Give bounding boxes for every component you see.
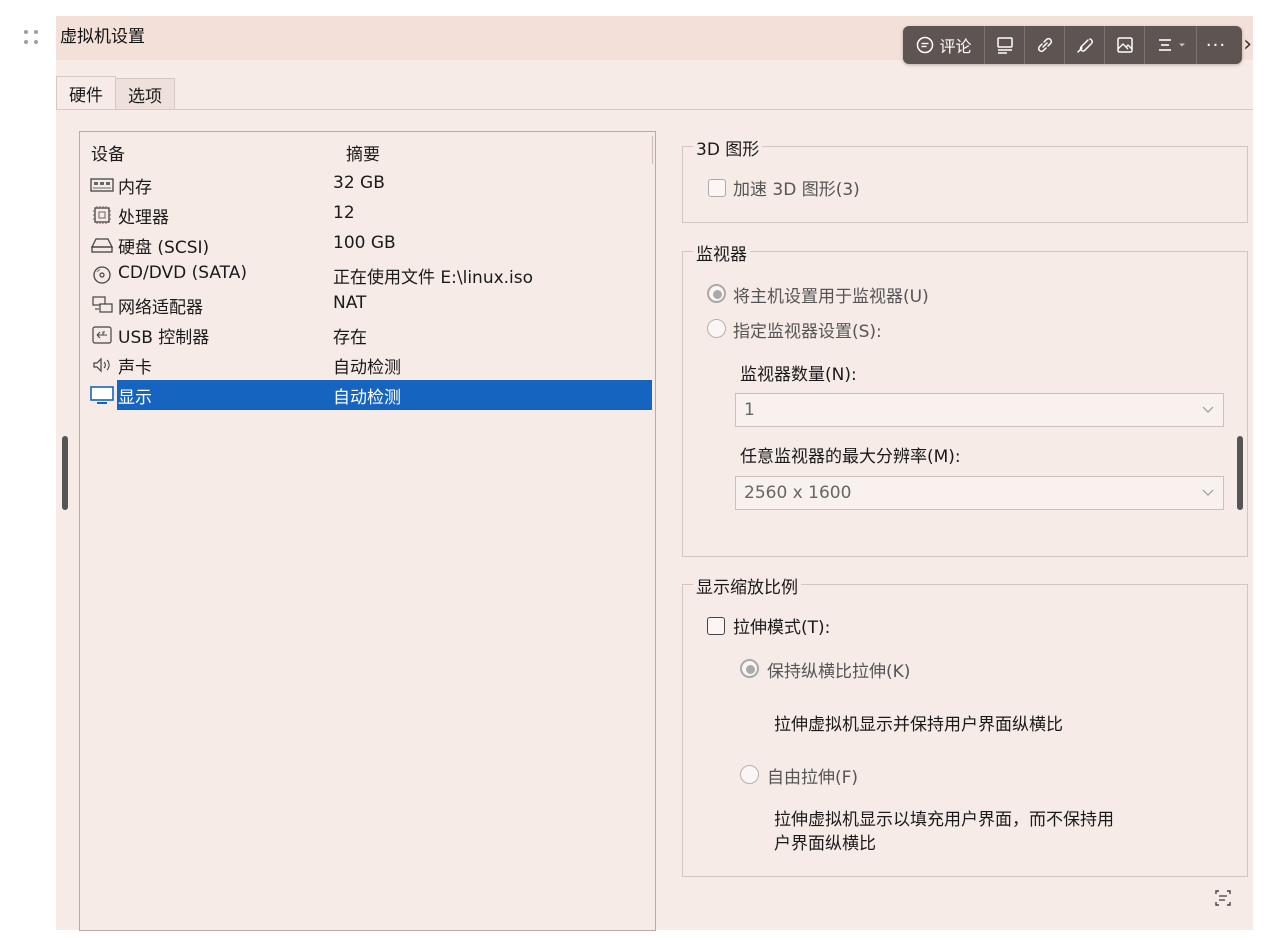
monitor-count-value: 1 [744,400,755,420]
device-name: 网络适配器 [118,298,203,318]
image-button[interactable] [1105,26,1145,64]
column-header-summary[interactable]: 摘要 [346,140,380,165]
monitor-count-select[interactable]: 1 [735,393,1224,427]
tab-hardware[interactable]: 硬件 [56,76,116,110]
floating-toolbar: 评论 ··· [903,26,1242,64]
chevron-right-icon[interactable]: › [1243,32,1252,57]
attachment-icon [1076,38,1093,53]
tab-divider [56,109,1253,110]
max-resolution-select[interactable]: 2560 x 1600 [735,476,1224,510]
device-summary: 存在 [333,328,367,348]
free-stretch-description-line2: 户界面纵横比 [774,834,876,854]
caption-icon [996,37,1013,54]
comment-button[interactable]: 评论 [903,26,985,64]
keep-aspect-ratio-description: 拉伸虚拟机显示并保持用户界面纵横比 [774,715,1063,735]
group-monitor-title: 监视器 [693,240,750,265]
accelerate-3d-label: 加速 3D 图形(3) [733,180,860,200]
device-name: 显示 [118,388,152,408]
chevron-down-icon [1179,43,1185,47]
more-button[interactable]: ··· [1197,26,1235,64]
group-3d-graphics: 3D 图形 加速 3D 图形(3) [682,135,1248,223]
left-scrollbar[interactable] [62,436,68,510]
device-row-usb[interactable]: USB 控制器 存在 [80,320,652,350]
stretch-mode-checkbox[interactable] [707,617,725,635]
specify-monitor-settings-label: 指定监视器设置(S): [733,322,882,342]
device-row-harddisk[interactable]: 硬盘 (SCSI) 100 GB [80,230,652,260]
window-title: 虚拟机设置 [60,27,145,47]
caption-button[interactable] [985,26,1025,64]
group-display-scaling-title: 显示缩放比例 [693,573,801,598]
comment-icon [917,36,934,54]
device-summary: 自动检测 [333,388,401,408]
device-row-memory[interactable]: 内存 32 GB [80,170,652,200]
use-host-settings-label: 将主机设置用于监视器(U) [733,287,929,307]
max-resolution-value: 2560 x 1600 [744,483,852,503]
group-display-scaling: 显示缩放比例 拉伸模式(T): 保持纵横比拉伸(K) 拉伸虚拟机显示并保持用户界… [682,573,1248,877]
tab-options[interactable]: 选项 [116,78,175,110]
free-stretch-label: 自由拉伸(F) [767,768,859,788]
device-summary: 12 [333,203,355,223]
drag-handle-icon[interactable] [24,30,44,46]
group-3d-graphics-title: 3D 图形 [693,135,763,160]
keep-aspect-ratio-radio[interactable] [740,659,759,678]
use-host-settings-radio[interactable] [707,284,726,303]
device-name: 声卡 [118,358,152,378]
memory-icon [90,178,114,192]
usb-icon [92,326,112,344]
display-icon [90,386,114,404]
cd-dvd-icon [93,266,111,284]
device-name: 处理器 [118,208,169,228]
free-stretch-radio[interactable] [740,765,759,784]
device-row-display[interactable]: 显示 自动检测 [80,380,652,410]
device-name: 硬盘 (SCSI) [118,238,210,258]
chevron-down-icon [1202,406,1214,413]
align-button[interactable] [1145,26,1197,64]
accelerate-3d-checkbox[interactable] [708,179,726,197]
tab-options-label: 选项 [128,86,162,107]
sound-icon [93,357,110,373]
device-summary: 100 GB [333,233,396,253]
column-divider [652,136,653,164]
keep-aspect-ratio-label: 保持纵横比拉伸(K) [767,662,911,682]
link-icon [1037,37,1052,53]
device-name: 内存 [118,178,152,198]
device-summary: 自动检测 [333,358,401,378]
tab-hardware-label: 硬件 [69,86,103,106]
link-button[interactable] [1025,26,1065,64]
device-name: CD/DVD (SATA) [118,263,247,283]
image-icon [1116,37,1133,53]
device-row-processor[interactable]: 处理器 12 [80,200,652,230]
monitor-count-label: 监视器数量(N): [740,365,857,385]
chevron-down-icon [1202,489,1214,496]
device-name: USB 控制器 [118,328,210,348]
free-stretch-description-line1: 拉伸虚拟机显示以填充用户界面，而不保持用 [774,810,1114,830]
text-scan-icon[interactable] [1213,888,1233,908]
vm-settings-card: 虚拟机设置 评论 ··· › 硬件 选项 设备 摘要 内存 32 GB 处理器 … [56,16,1253,931]
group-monitor: 监视器 将主机设置用于监视器(U) 指定监视器设置(S): 监视器数量(N): … [682,240,1248,557]
max-resolution-label: 任意监视器的最大分辨率(M): [740,447,961,467]
comment-label: 评论 [939,37,972,56]
processor-icon [93,206,111,224]
attachment-button[interactable] [1065,26,1105,64]
align-icon [1159,39,1171,51]
column-header-device[interactable]: 设备 [91,140,125,165]
device-summary: 32 GB [333,173,385,193]
stretch-mode-label: 拉伸模式(T): [733,618,831,638]
network-icon [92,296,113,313]
device-summary: NAT [333,293,367,313]
device-list: 设备 摘要 内存 32 GB 处理器 12 硬盘 (SCSI) 100 GB C… [79,131,656,931]
specify-monitor-settings-radio[interactable] [707,319,726,338]
device-row-network[interactable]: 网络适配器 NAT [80,290,652,320]
device-summary: 正在使用文件 E:\linux.iso [333,268,534,288]
tab-bar: 硬件 选项 [56,76,175,110]
more-icon: ··· [1205,34,1227,56]
device-row-cd-dvd[interactable]: CD/DVD (SATA) 正在使用文件 E:\linux.iso [80,260,652,290]
harddisk-icon [90,238,114,253]
right-scrollbar[interactable] [1237,436,1243,510]
device-row-sound[interactable]: 声卡 自动检测 [80,350,652,380]
